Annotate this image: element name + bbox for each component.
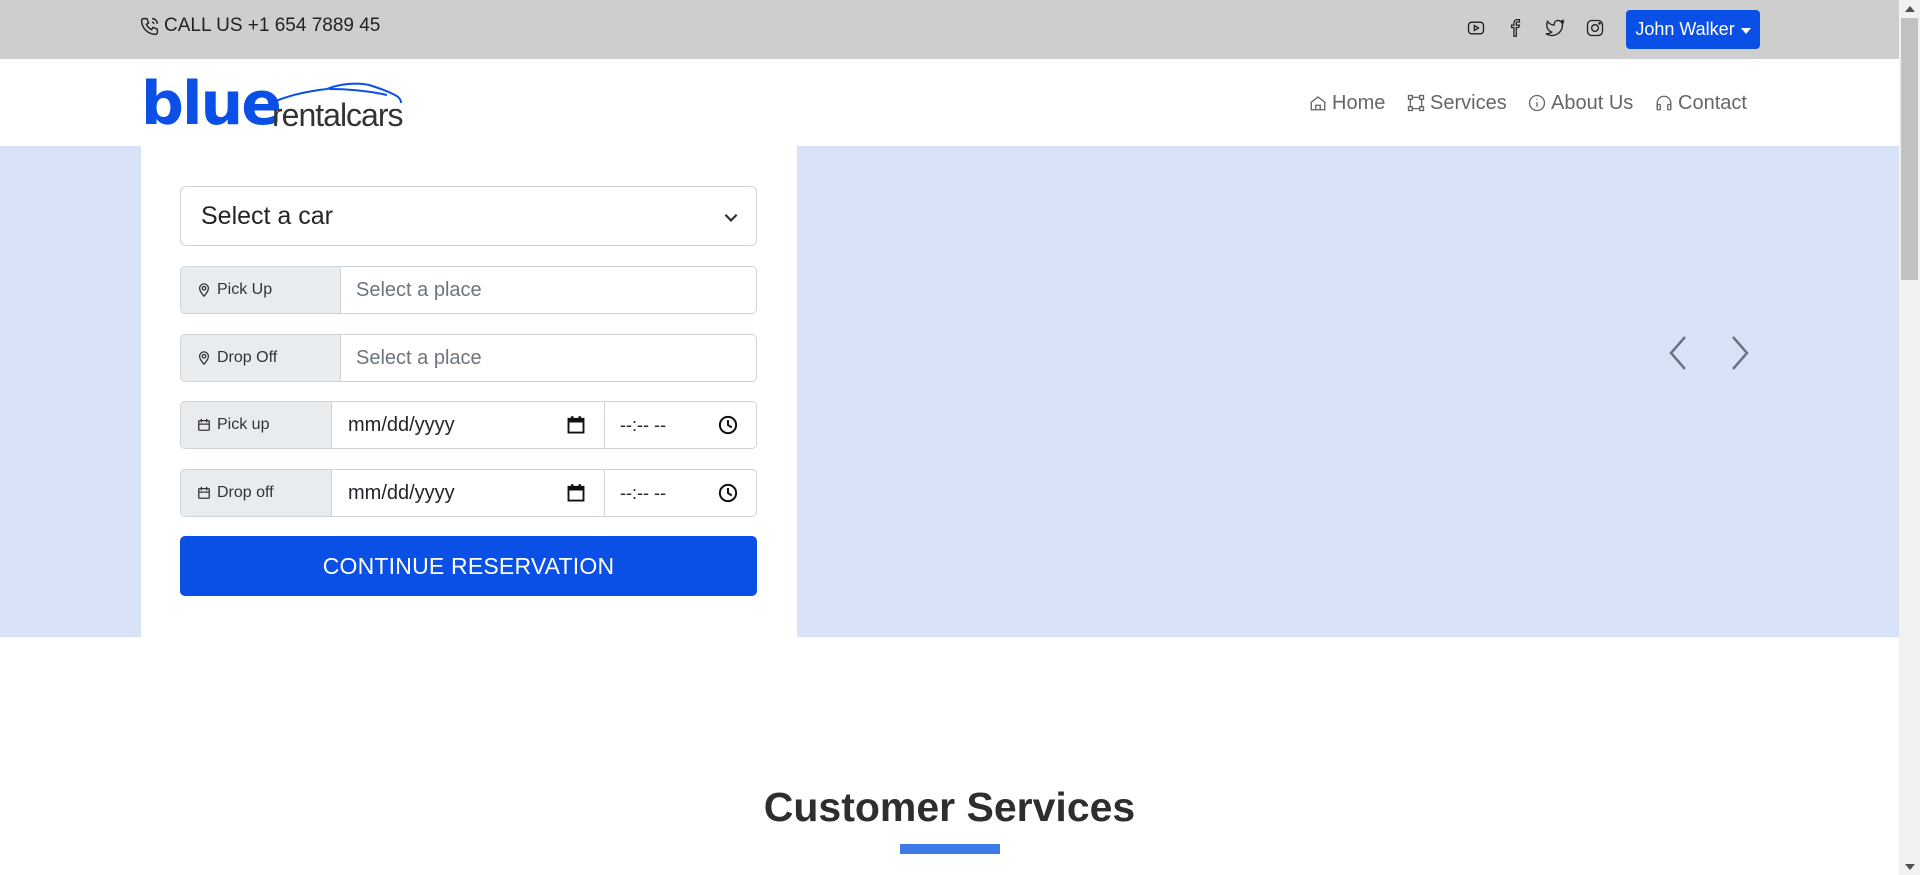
- logo-secondary-text: rentalcars: [272, 97, 403, 133]
- section-title: Customer Services: [763, 784, 1136, 830]
- nav-services[interactable]: Services: [1407, 90, 1507, 116]
- dropoff-datetime-group: Drop off mm/dd/yyyy --:-- --: [180, 469, 757, 517]
- dropoff-place-group: Drop Off Select a place: [180, 334, 757, 382]
- pickup-time-input[interactable]: --:-- --: [605, 402, 756, 448]
- car-select-value: Select a car: [201, 201, 334, 230]
- pickup-place-group: Pick Up Select a place: [180, 266, 757, 314]
- carousel-prev-button[interactable]: [1663, 333, 1693, 373]
- calendar-icon: [198, 418, 210, 431]
- info-icon: [1528, 94, 1546, 112]
- calendar-icon[interactable]: [566, 483, 586, 503]
- triangle-down-icon: [1904, 863, 1915, 870]
- nav-services-label: Services: [1430, 91, 1507, 114]
- calendar-icon: [198, 486, 210, 499]
- car-select[interactable]: Select a car: [180, 186, 757, 246]
- youtube-icon[interactable]: [1465, 17, 1487, 39]
- continue-reservation-button[interactable]: CONTINUE RESERVATION: [180, 536, 757, 596]
- instagram-icon[interactable]: [1584, 17, 1606, 39]
- call-us: CALL US +1 654 7889 45: [139, 15, 380, 37]
- pickup-date-value: mm/dd/yyyy: [348, 413, 455, 436]
- phone-icon: [140, 17, 159, 35]
- pickup-datetime-addon: Pick up: [181, 402, 332, 448]
- nav-about-label: About Us: [1551, 91, 1634, 114]
- services-icon: [1407, 94, 1425, 112]
- facebook-icon[interactable]: [1505, 17, 1527, 39]
- chevron-left-icon: [1669, 336, 1686, 370]
- chevron-right-icon: [1732, 336, 1749, 370]
- twitter-icon[interactable]: [1544, 17, 1566, 39]
- page-scrollbar[interactable]: [1899, 0, 1920, 875]
- headphones-icon: [1656, 95, 1672, 111]
- map-pin-icon: [198, 283, 210, 297]
- nav-about[interactable]: About Us: [1528, 90, 1633, 116]
- dropoff-place-input[interactable]: Select a place: [341, 335, 756, 381]
- triangle-up-icon: [1904, 5, 1915, 12]
- calendar-icon[interactable]: [566, 415, 586, 435]
- user-name: John Walker: [1635, 19, 1735, 39]
- dropoff-time-value: --:-- --: [620, 482, 666, 503]
- clock-icon[interactable]: [718, 415, 738, 435]
- carousel-next-button[interactable]: [1725, 333, 1755, 373]
- dropoff-time-input[interactable]: --:-- --: [605, 470, 756, 516]
- call-us-text: CALL US +1 654 7889 45: [164, 15, 381, 36]
- pickup-datetime-label: Pick up: [217, 416, 270, 433]
- dropoff-place-label: Drop Off: [217, 349, 278, 366]
- caret-down-icon: [1740, 27, 1751, 34]
- pickup-time-value: --:-- --: [620, 414, 666, 435]
- logo-primary-text: blue: [141, 69, 282, 139]
- clock-icon[interactable]: [718, 483, 738, 503]
- title-underline: [900, 844, 1000, 854]
- dropoff-place-addon: Drop Off: [181, 335, 341, 381]
- pickup-place-input[interactable]: Select a place: [341, 267, 756, 313]
- nav-contact-label: Contact: [1678, 91, 1747, 114]
- nav-contact[interactable]: Contact: [1655, 90, 1747, 116]
- pickup-date-input[interactable]: mm/dd/yyyy: [332, 402, 605, 448]
- scrollbar-thumb[interactable]: [1901, 18, 1918, 280]
- pickup-place-addon: Pick Up: [181, 267, 341, 313]
- pickup-place-label: Pick Up: [217, 281, 273, 298]
- dropoff-datetime-label: Drop off: [217, 484, 274, 501]
- nav-home-label: Home: [1332, 91, 1386, 114]
- nav-home[interactable]: Home: [1309, 90, 1385, 116]
- user-menu-button[interactable]: John Walker: [1626, 10, 1760, 49]
- scroll-down-button[interactable]: [1899, 858, 1920, 875]
- dropoff-datetime-addon: Drop off: [181, 470, 332, 516]
- home-icon: [1310, 96, 1326, 111]
- dropoff-date-value: mm/dd/yyyy: [348, 481, 455, 504]
- logo[interactable]: blue rentalcars: [141, 69, 403, 139]
- map-pin-icon: [198, 351, 210, 365]
- chevron-down-icon: [724, 213, 738, 222]
- scroll-up-button[interactable]: [1899, 0, 1920, 17]
- dropoff-date-input[interactable]: mm/dd/yyyy: [332, 470, 605, 516]
- pickup-datetime-group: Pick up mm/dd/yyyy --:-- --: [180, 401, 757, 449]
